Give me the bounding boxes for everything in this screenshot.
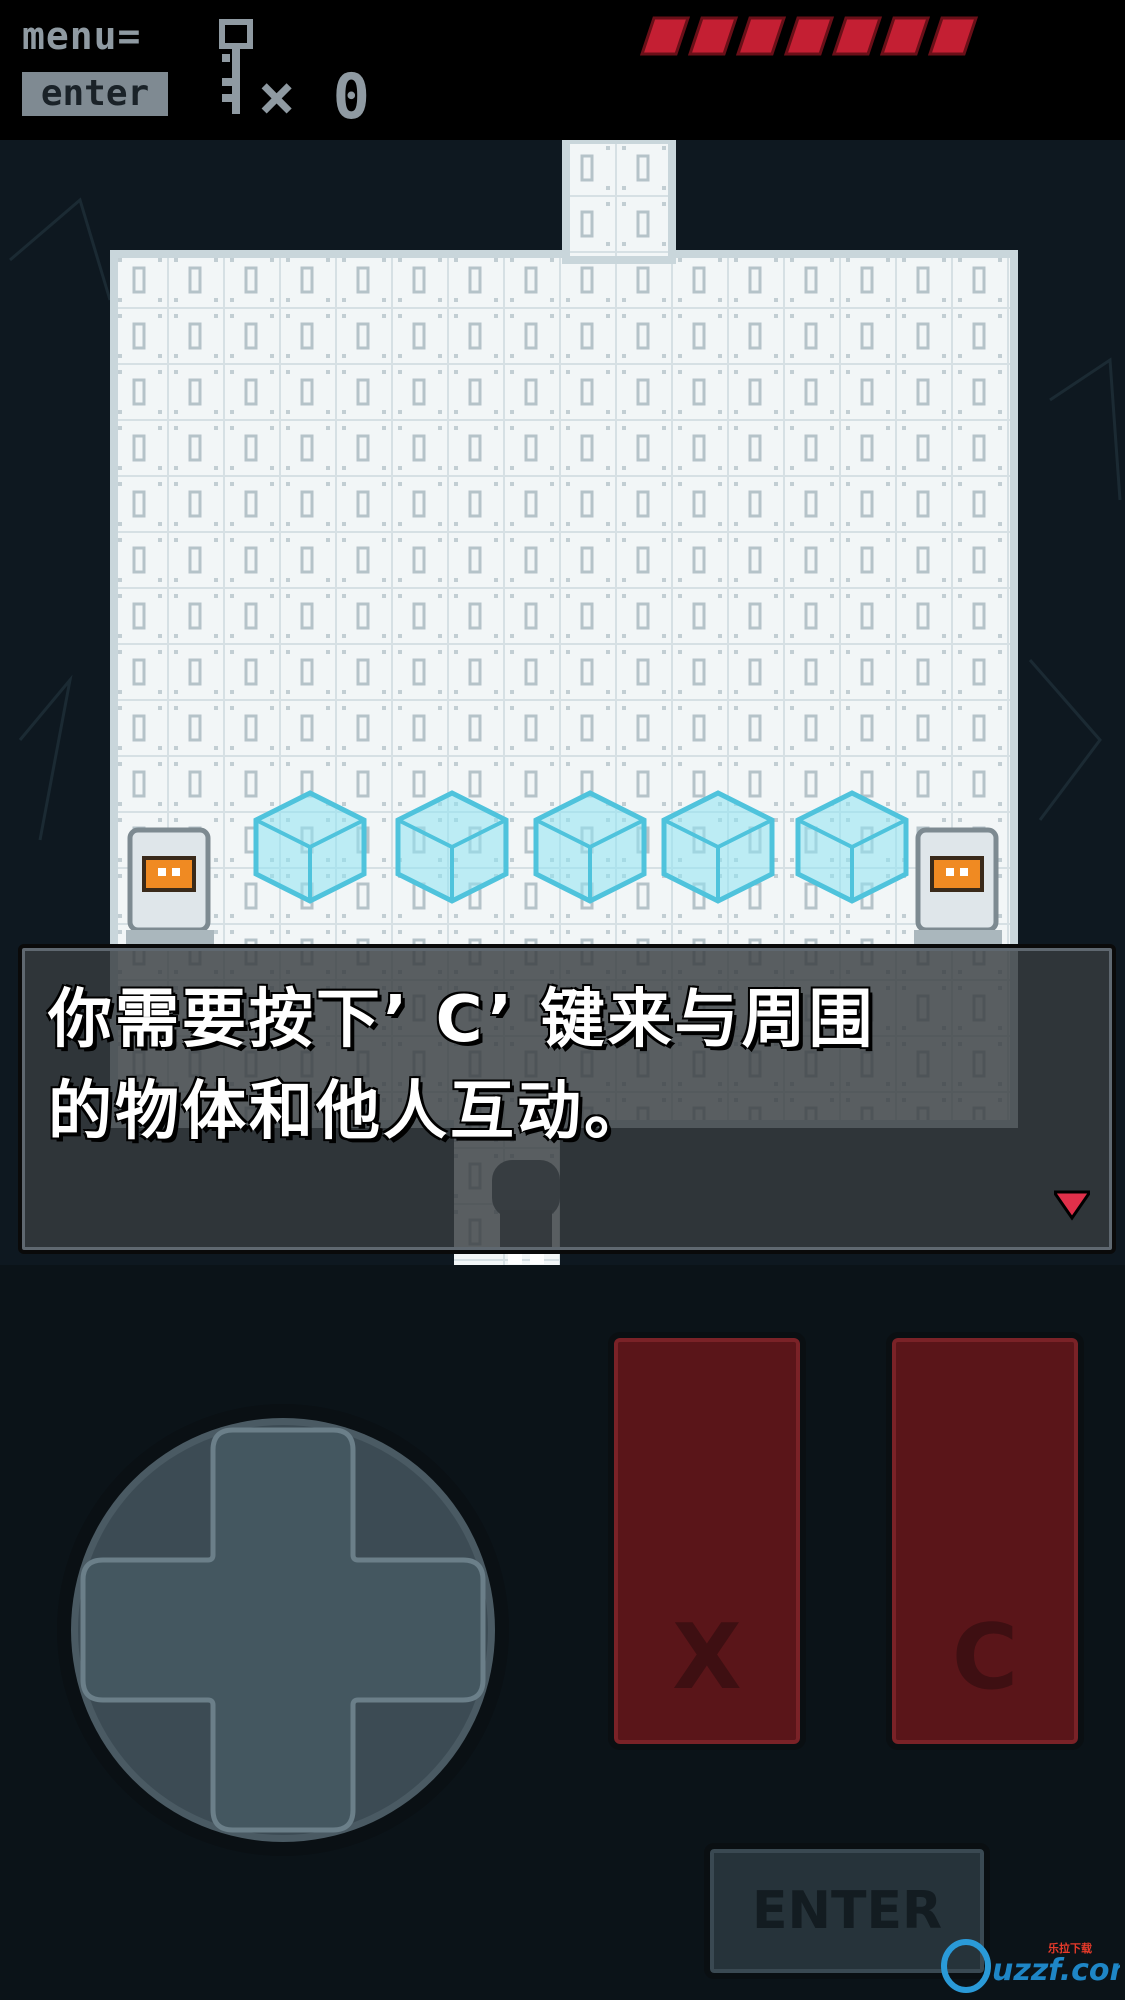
dialog-continue-icon xyxy=(1054,1190,1090,1221)
ice-cube xyxy=(395,790,509,904)
ice-cube xyxy=(253,790,367,904)
svg-text:乐拉下载: 乐拉下载 xyxy=(1048,1941,1092,1955)
key-count-value: 0 xyxy=(332,60,370,133)
health-segment xyxy=(735,16,787,56)
health-bar xyxy=(639,16,979,56)
hud-bar: menu= enter × 0 xyxy=(0,0,1125,140)
health-segment xyxy=(783,16,835,56)
dpad[interactable] xyxy=(48,1395,518,1865)
enter-hint-badge: enter xyxy=(22,72,168,116)
key-count-text: × 0 xyxy=(258,60,370,133)
x-button-label: X xyxy=(672,1605,742,1710)
health-segment xyxy=(879,16,931,56)
console-left xyxy=(126,827,214,944)
menu-hint-label: menu= xyxy=(22,14,142,58)
health-segment xyxy=(831,16,883,56)
health-segment xyxy=(927,16,979,56)
health-segment xyxy=(639,16,691,56)
c-button[interactable]: C xyxy=(886,1332,1084,1750)
touch-controls: X C ENTER xyxy=(0,1265,1125,2000)
health-segment xyxy=(687,16,739,56)
x-button[interactable]: X xyxy=(608,1332,806,1750)
watermark-logo: uzzf.com 乐拉下载 xyxy=(941,1939,1120,1993)
ice-cube xyxy=(533,790,647,904)
dialog-box[interactable]: 你需要按下’ C’ 键来与周围 的物体和他人互动。 xyxy=(18,944,1116,1254)
key-icon xyxy=(219,19,253,114)
c-button-label: C xyxy=(951,1605,1019,1710)
dialog-line-1: 你需要按下’ C’ 键来与周围 xyxy=(48,983,876,1057)
corridor-north xyxy=(562,140,676,264)
svg-text:uzzf.com: uzzf.com xyxy=(992,1953,1120,1988)
console-right xyxy=(914,827,1002,944)
ice-cube xyxy=(661,790,775,904)
dialog-line-2: 的物体和他人互动。 xyxy=(48,1075,651,1149)
ice-cube xyxy=(795,790,909,904)
